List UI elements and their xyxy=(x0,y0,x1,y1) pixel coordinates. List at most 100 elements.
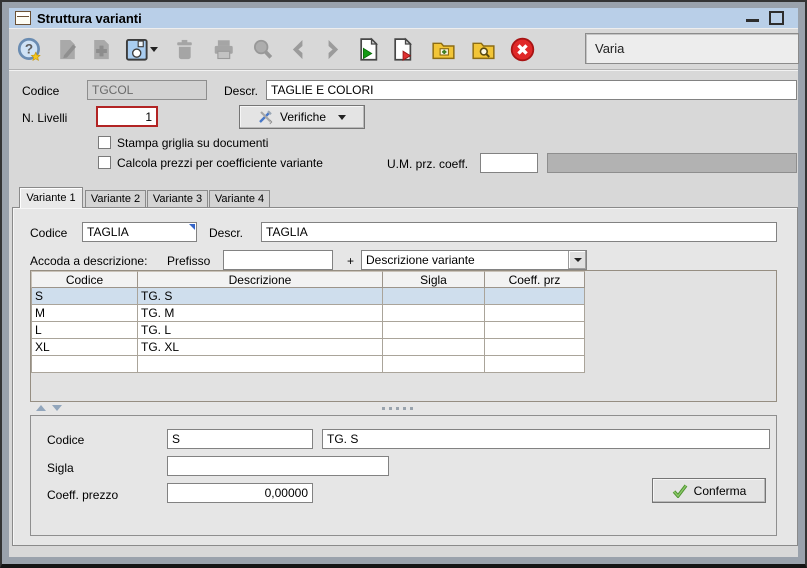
table-cell: S xyxy=(31,288,138,305)
table-cell xyxy=(138,356,383,373)
splitter-handle[interactable] xyxy=(382,407,413,410)
save-dropdown-caret[interactable] xyxy=(149,47,158,52)
stampa-griglia-label: Stampa griglia su documenti xyxy=(117,136,269,150)
window-icon xyxy=(15,11,31,25)
minimize-button[interactable] xyxy=(746,19,759,22)
table-row[interactable]: L TG. L xyxy=(31,322,585,339)
prefisso-label: Prefisso xyxy=(167,254,211,268)
table-row[interactable] xyxy=(31,356,585,373)
help-icon[interactable]: ? xyxy=(14,34,45,65)
table-row[interactable]: M TG. M xyxy=(31,305,585,322)
variant-descr-label: Descr. xyxy=(209,226,244,240)
tab-variante-3[interactable]: Variante 3 xyxy=(147,190,208,207)
stampa-griglia-checkbox[interactable] xyxy=(98,136,111,149)
table-cell xyxy=(383,305,485,322)
svg-text:?: ? xyxy=(25,42,33,57)
titlebar[interactable]: Struttura varianti xyxy=(9,8,798,28)
table-row[interactable]: XL TG. XL xyxy=(31,339,585,356)
accoda-label: Accoda a descrizione: xyxy=(30,254,148,268)
column-header-sigla[interactable]: Sigla xyxy=(383,271,485,288)
um-prz-coeff-descr-field xyxy=(547,153,797,173)
detail-coeff-field[interactable]: 0,00000 xyxy=(167,483,313,503)
table-cell xyxy=(485,339,585,356)
splitter-down-icon[interactable] xyxy=(52,405,62,411)
livelli-label: N. Livelli xyxy=(22,111,68,125)
application-window: Struttura varianti ? Varia Codice TGCOL … xyxy=(0,0,807,568)
variant-table-body: S TG. S M TG. M L TG. L XL TG. XL xyxy=(31,288,585,373)
table-cell xyxy=(383,339,485,356)
cancel-icon[interactable] xyxy=(507,34,538,65)
table-cell: L xyxy=(31,322,138,339)
detail-codice-label: Codice xyxy=(47,433,85,447)
tab-variante-4[interactable]: Variante 4 xyxy=(209,190,270,207)
um-prz-coeff-field[interactable] xyxy=(480,153,538,173)
combo-dropdown-button[interactable] xyxy=(568,251,586,269)
column-header-descrizione[interactable]: Descrizione xyxy=(138,271,383,288)
table-cell xyxy=(383,356,485,373)
livelli-field[interactable]: 1 xyxy=(96,106,158,127)
mode-status-text: Varia xyxy=(595,41,625,56)
doc-export-red-icon[interactable] xyxy=(387,34,418,65)
maximize-button[interactable] xyxy=(769,11,784,25)
variant-table: Codice Descrizione Sigla Coeff. prz S TG.… xyxy=(31,271,585,373)
detail-sigla-label: Sigla xyxy=(47,461,74,475)
window-content: ? Varia Codice TGCOL Descr. TAGLIE E COL… xyxy=(9,28,799,557)
verifiche-label: Verifiche xyxy=(279,110,327,124)
folder-search-icon[interactable] xyxy=(468,34,499,65)
combo-selected-value: Descrizione variante xyxy=(366,253,475,267)
copy-doc-icon xyxy=(86,34,117,65)
tools-icon xyxy=(259,110,273,125)
variant-table-header: Codice Descrizione Sigla Coeff. prz xyxy=(31,271,585,288)
calcola-prezzi-label: Calcola prezzi per coefficiente variante xyxy=(117,156,323,170)
codice-label: Codice xyxy=(22,84,60,98)
conferma-label: Conferma xyxy=(693,483,747,498)
save-icon[interactable] xyxy=(119,34,161,65)
tab-variante-1[interactable]: Variante 1 xyxy=(19,187,83,208)
chevron-down-icon xyxy=(573,258,582,262)
plus-label: + xyxy=(347,254,355,268)
tab-variante-2[interactable]: Variante 2 xyxy=(85,190,146,207)
table-cell xyxy=(485,305,585,322)
table-row[interactable]: S TG. S xyxy=(31,288,585,305)
doc-export-green-icon[interactable] xyxy=(353,34,384,65)
column-header-coeff-prz[interactable]: Coeff. prz xyxy=(485,271,585,288)
detail-sigla-field[interactable] xyxy=(167,456,389,476)
detail-coeff-label: Coeff. prezzo xyxy=(47,488,119,502)
table-cell: TG. S xyxy=(138,288,383,305)
um-prz-coeff-label: U.M. prz. coeff. xyxy=(387,157,469,171)
table-cell: TG. M xyxy=(138,305,383,322)
table-cell xyxy=(383,288,485,305)
table-cell: XL xyxy=(31,339,138,356)
column-header-codice[interactable]: Codice xyxy=(31,271,138,288)
check-icon xyxy=(672,483,688,498)
table-cell xyxy=(485,288,585,305)
prev-icon xyxy=(283,34,314,65)
descr-field[interactable]: TAGLIE E COLORI xyxy=(266,80,797,100)
detail-descrizione-field[interactable]: TG. S xyxy=(322,429,770,449)
descrizione-variante-combo[interactable]: Descrizione variante xyxy=(361,250,587,270)
table-cell: TG. XL xyxy=(138,339,383,356)
detail-codice-field[interactable]: S xyxy=(167,429,313,449)
calcola-prezzi-checkbox[interactable] xyxy=(98,156,111,169)
search-icon xyxy=(247,34,278,65)
descr-label: Descr. xyxy=(224,84,259,98)
conferma-button[interactable]: Conferma xyxy=(652,478,766,503)
edit-icon xyxy=(52,34,83,65)
variant-codice-label: Codice xyxy=(30,226,68,240)
print-icon xyxy=(208,34,239,65)
splitter-up-icon[interactable] xyxy=(36,405,46,411)
variant-codice-field[interactable]: TAGLIA xyxy=(82,222,197,242)
verifiche-button[interactable]: Verifiche xyxy=(239,105,365,129)
table-cell: TG. L xyxy=(138,322,383,339)
codice-field: TGCOL xyxy=(87,80,207,100)
table-cell: M xyxy=(31,305,138,322)
splitter-bar[interactable] xyxy=(30,403,777,414)
table-cell xyxy=(485,322,585,339)
folder-add-icon[interactable] xyxy=(428,34,459,65)
variant-table-scrollpane[interactable]: Codice Descrizione Sigla Coeff. prz S TG.… xyxy=(30,270,777,402)
table-cell xyxy=(31,356,138,373)
field-corner-mark xyxy=(189,224,195,230)
toolbar: ? Varia xyxy=(9,30,799,70)
variant-descr-field[interactable]: TAGLIA xyxy=(261,222,777,242)
prefisso-field[interactable] xyxy=(223,250,333,270)
